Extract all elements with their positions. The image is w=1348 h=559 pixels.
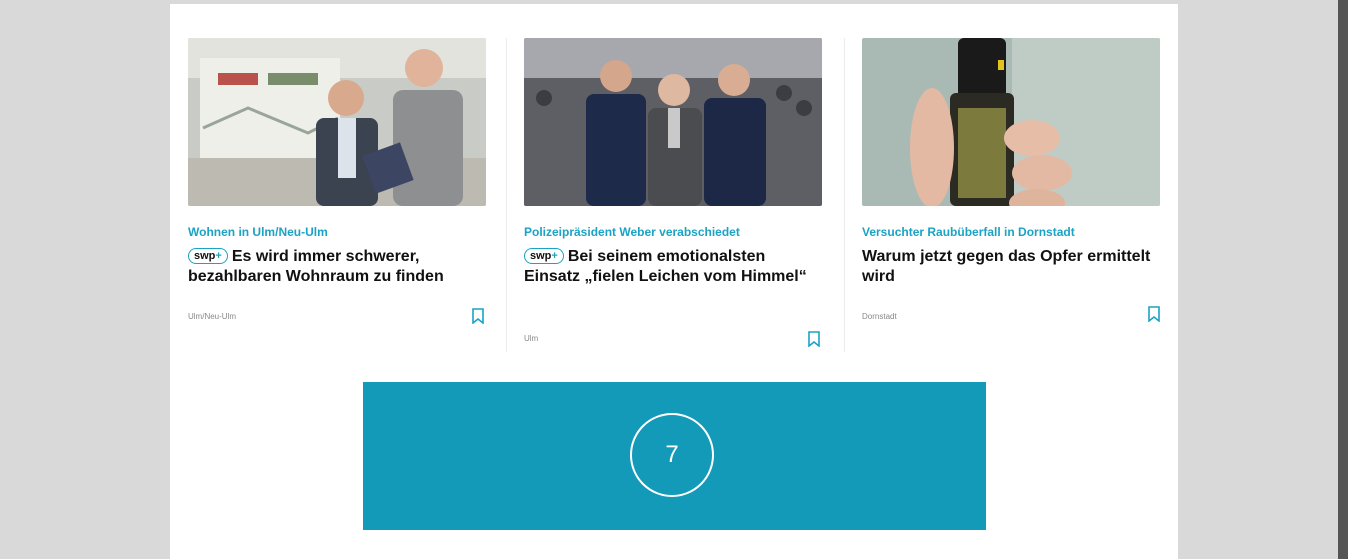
article-page: Wohnen in Ulm/Neu-Ulm swp+ Es wird immer … [170, 4, 1178, 559]
article-image-police[interactable] [524, 38, 822, 206]
ad-number-circle: 7 [630, 413, 714, 497]
article-card[interactable]: Versuchter Raubüberfall in Dornstadt War… [862, 38, 1162, 358]
card-divider [506, 38, 507, 352]
swp-plus-badge: swp+ [524, 248, 564, 264]
bookmark-icon[interactable] [471, 308, 485, 324]
article-location: Ulm/Neu-Ulm [188, 312, 236, 321]
article-image-pepper-spray[interactable] [862, 38, 1160, 206]
window-edge [1338, 0, 1348, 559]
article-headline[interactable]: swp+ Es wird immer schwerer, bezahlbaren … [188, 247, 488, 287]
card-divider [844, 38, 845, 352]
bookmark-icon[interactable] [1147, 306, 1161, 322]
bookmark-icon[interactable] [807, 331, 821, 347]
article-teaser-grid: Wohnen in Ulm/Neu-Ulm swp+ Es wird immer … [188, 38, 1163, 358]
article-kicker[interactable]: Polizeipräsident Weber verabschiedet [524, 225, 824, 239]
article-headline[interactable]: Warum jetzt gegen das Opfer ermittelt wi… [862, 247, 1162, 287]
article-kicker[interactable]: Versuchter Raubüberfall in Dornstadt [862, 225, 1162, 239]
article-location: Ulm [524, 334, 539, 343]
article-image-housing[interactable] [188, 38, 486, 206]
article-card[interactable]: Wohnen in Ulm/Neu-Ulm swp+ Es wird immer … [188, 38, 488, 358]
article-headline[interactable]: swp+ Bei seinem emotionalsten Einsatz „fi… [524, 247, 824, 287]
article-location: Dornstadt [862, 312, 897, 321]
article-kicker[interactable]: Wohnen in Ulm/Neu-Ulm [188, 225, 488, 239]
swp-plus-badge: swp+ [188, 248, 228, 264]
ad-placeholder[interactable]: 7 [363, 382, 986, 530]
article-card[interactable]: Polizeipräsident Weber verabschiedet swp… [524, 38, 824, 358]
